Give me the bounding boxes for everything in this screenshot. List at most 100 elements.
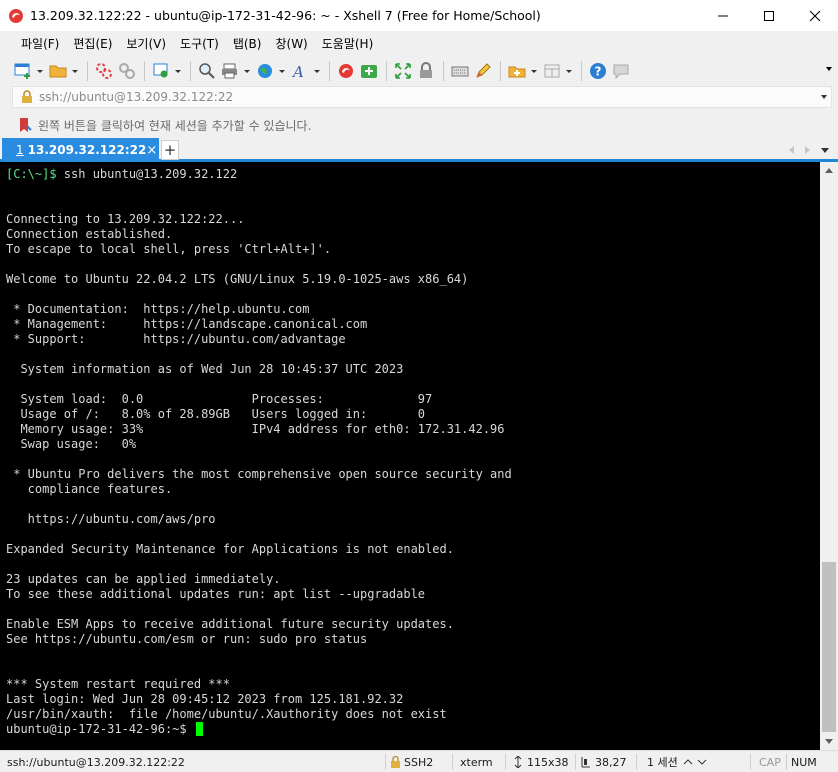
add-tab-dropdown[interactable] <box>529 60 538 82</box>
layout-dropdown[interactable] <box>564 60 573 82</box>
terminal-line: * Ubuntu Pro delivers the most comprehen… <box>6 467 512 481</box>
status-bar: ssh://ubuntu@13.209.32.122:22 SSH2 xterm… <box>0 750 838 772</box>
font-dropdown[interactable] <box>312 60 321 82</box>
menu-tab[interactable]: 탭(B) <box>226 33 269 55</box>
terminal-local-prompt-line: [C:\~]$ ssh ubuntu@13.209.32.122 <box>6 167 820 182</box>
status-separator <box>575 754 576 770</box>
scroll-up-icon[interactable] <box>820 162 838 179</box>
xshell-button[interactable] <box>335 60 357 82</box>
scroll-down-icon[interactable] <box>820 733 838 750</box>
globe-dropdown[interactable] <box>277 60 286 82</box>
session-hint-text: 왼쪽 버튼을 클릭하여 현재 세션을 추가할 수 있습니다. <box>38 118 312 133</box>
status-connection: ssh://ubuntu@13.209.32.122:22 <box>7 755 185 769</box>
menu-edit[interactable]: 편집(E) <box>66 33 119 55</box>
help-button[interactable]: ? <box>587 60 609 82</box>
address-field[interactable]: ssh://ubuntu@13.209.32.122:22 <box>39 90 817 104</box>
font-button[interactable]: A <box>289 60 311 82</box>
maximize-icon <box>764 10 774 21</box>
new-session-button[interactable] <box>12 60 34 82</box>
properties-button[interactable] <box>150 60 172 82</box>
menu-tools[interactable]: 도구(T) <box>173 33 226 55</box>
highlight-button[interactable] <box>472 60 494 82</box>
terminal-line: System information as of Wed Jun 28 10:4… <box>6 362 404 376</box>
status-terminal-type: xterm <box>460 755 493 769</box>
tab-scroll-right-icon[interactable] <box>802 144 812 156</box>
local-prompt: [C:\~]$ <box>6 167 57 181</box>
menu-help[interactable]: 도움말(H) <box>315 33 381 55</box>
ssh-lock-icon <box>391 755 400 768</box>
tab-number: 1 <box>16 143 24 157</box>
xftp-button[interactable] <box>358 60 380 82</box>
bookmark-icon[interactable] <box>18 117 32 133</box>
terminal-line: See https://ubuntu.com/esm or run: sudo … <box>6 632 368 646</box>
keyboard-button[interactable] <box>449 60 471 82</box>
toolbar-overflow-arrow[interactable] <box>826 67 832 71</box>
tab-session-1[interactable]: 1 13.209.32.122:22 × <box>2 138 159 162</box>
lock-icon <box>19 89 35 105</box>
address-dropdown[interactable] <box>817 95 831 99</box>
print-button[interactable] <box>219 60 241 82</box>
lock-button[interactable] <box>415 60 437 82</box>
toolbar-separator <box>500 61 501 81</box>
terminal-line: Connection established. <box>6 227 173 241</box>
menu-file[interactable]: 파일(F) <box>14 33 66 55</box>
terminal-line: System load: 0.0 Processes: 97 <box>6 392 433 406</box>
chevron-up-icon <box>683 759 693 765</box>
terminal-output[interactable]: [C:\~]$ ssh ubuntu@13.209.32.122 Connect… <box>0 162 820 750</box>
globe-button[interactable] <box>254 60 276 82</box>
status-protocol: SSH2 <box>390 751 433 772</box>
tab-label: 13.209.32.122:22 <box>27 143 147 157</box>
layout-button[interactable] <box>541 60 563 82</box>
print-dropdown[interactable] <box>242 60 251 82</box>
terminal-cursor <box>195 722 203 736</box>
minimize-button[interactable] <box>700 0 746 31</box>
terminal-line: compliance features. <box>6 482 173 496</box>
add-tab-button[interactable] <box>506 60 528 82</box>
open-dropdown[interactable] <box>70 60 79 82</box>
connect-button[interactable] <box>93 60 115 82</box>
session-hint-bar: 왼쪽 버튼을 클릭하여 현재 세션을 추가할 수 있습니다. <box>0 113 838 137</box>
terminal-scrollbar[interactable] <box>820 162 838 750</box>
terminal-remote-prompt-line: ubuntu@ip-172-31-42-96:~$ <box>6 722 820 737</box>
properties-icon <box>153 63 168 78</box>
find-button[interactable] <box>196 60 218 82</box>
folder-icon <box>49 65 67 78</box>
new-session-dropdown[interactable] <box>35 60 44 82</box>
status-size: 115x38 <box>513 751 569 772</box>
fullscreen-button[interactable] <box>392 60 414 82</box>
terminal-line: Swap usage: 0% <box>6 437 137 451</box>
terminal-line: Last login: Wed Jun 28 09:45:12 2023 fro… <box>6 692 404 706</box>
menu-window[interactable]: 창(W) <box>268 33 314 55</box>
tab-scroll-left-icon[interactable] <box>787 144 797 156</box>
chat-button[interactable] <box>610 60 632 82</box>
status-sessions[interactable]: 1 세션 <box>647 751 707 772</box>
status-caps-lock: CAP <box>759 755 781 769</box>
open-button[interactable] <box>47 60 69 82</box>
terminal-lines: Connecting to 13.209.32.122:22... Connect… <box>6 182 820 722</box>
disconnect-button[interactable] <box>116 60 138 82</box>
add-tab-plus-button[interactable]: + <box>161 140 179 160</box>
address-bar[interactable]: ssh://ubuntu@13.209.32.122:22 <box>12 86 832 108</box>
scrollbar-thumb[interactable] <box>822 562 836 732</box>
window-title: 13.209.32.122:22 - ubuntu@ip-172-31-42-9… <box>30 8 541 23</box>
terminal-line: /usr/bin/xauth: file /home/ubuntu/.Xauth… <box>6 707 447 721</box>
close-window-button[interactable] <box>792 0 838 31</box>
layout-icon <box>544 64 560 78</box>
globe-icon <box>258 64 272 78</box>
add-folder-icon <box>508 66 526 78</box>
properties-dropdown[interactable] <box>173 60 182 82</box>
xftp-icon <box>361 65 377 78</box>
tab-close-button[interactable]: × <box>146 143 157 158</box>
tab-list-dropdown-icon[interactable] <box>820 144 830 156</box>
maximize-button[interactable] <box>746 0 792 31</box>
terminal-line: To escape to local shell, press 'Ctrl+Al… <box>6 242 332 256</box>
menu-view[interactable]: 보기(V) <box>119 33 173 55</box>
